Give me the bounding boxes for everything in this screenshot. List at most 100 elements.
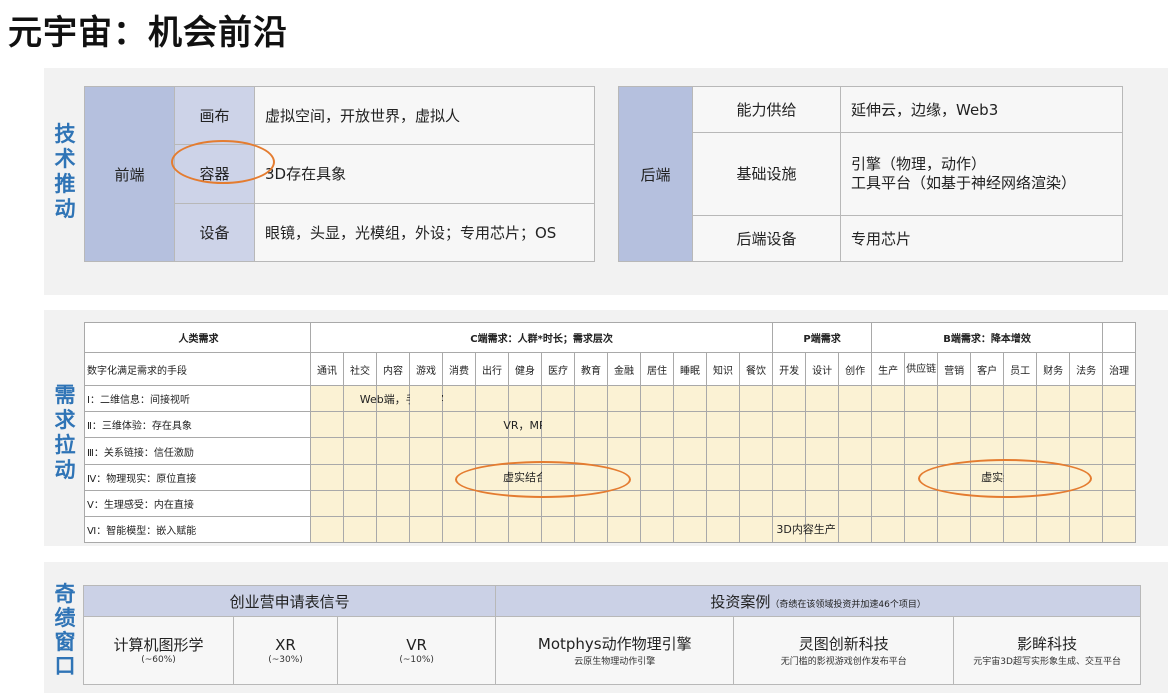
- demand-col-header: 健身: [508, 352, 542, 387]
- demand-col-header: 居住: [640, 352, 674, 387]
- front-label: 前端: [84, 86, 175, 262]
- highlight-ellipse: [455, 461, 631, 498]
- demand-cell: [673, 515, 707, 544]
- demand-cell: [838, 463, 873, 491]
- demand-col-header: 法务: [1069, 352, 1104, 387]
- demand-cell: [805, 437, 840, 465]
- demand-cell: [442, 489, 476, 517]
- demand-cell: [310, 385, 344, 413]
- back-value: 专用芯片: [840, 214, 1123, 263]
- demand-row-label: Ⅲ：关系链接：信任激励: [84, 437, 311, 465]
- side-label-window: 奇绩窗口: [54, 582, 76, 678]
- header-empty: [1102, 321, 1137, 354]
- demand-cell: [343, 463, 377, 491]
- demand-col-header: 知识: [706, 352, 740, 387]
- demand-cell: [838, 489, 873, 517]
- demand-cell: [640, 437, 674, 465]
- demand-cell: [508, 385, 542, 413]
- demand-cell: [970, 385, 1005, 413]
- demand-cell: [640, 385, 674, 413]
- demand-cell: [937, 515, 972, 544]
- case-name: 灵图创新科技: [798, 634, 889, 653]
- demand-cell: [310, 437, 344, 465]
- case-name: Motphys动作物理引擎: [537, 634, 692, 653]
- front-value: 眼镜，头显，光模组，外设；专用芯片；OS: [254, 202, 595, 263]
- demand-col-header: 通讯: [310, 352, 344, 387]
- back-key: 能力供给: [692, 85, 841, 134]
- demand-row-label: Ⅱ：三维体验：存在具象: [84, 411, 311, 439]
- demand-cell: [871, 411, 906, 439]
- demand-cell: [475, 515, 509, 544]
- demand-cell: [904, 437, 939, 465]
- demand-cell: [805, 385, 840, 413]
- highlight-ellipse: [171, 140, 275, 184]
- demand-cell: [1069, 437, 1104, 465]
- demand-col-header: 内容: [376, 352, 410, 387]
- demand-cell: [1069, 385, 1104, 413]
- cases-header: 投资案例（奇绩在该领域投资并加速46个项目）: [495, 585, 1141, 617]
- demand-cell: [838, 515, 873, 544]
- demand-cell: [738, 489, 774, 517]
- demand-cell: [409, 411, 443, 439]
- signal-cell: XR (~30%): [233, 616, 338, 685]
- front-key: 设备: [174, 202, 255, 263]
- signal-pct: (~30%): [268, 655, 303, 665]
- demand-col-header: 生产: [871, 352, 906, 387]
- demand-cell: [772, 385, 807, 413]
- demand-cell: [738, 463, 774, 491]
- demand-cell: [1003, 385, 1038, 413]
- demand-cell: [1069, 515, 1104, 544]
- demand-cell: [1003, 515, 1038, 544]
- demand-cell: [937, 411, 972, 439]
- demand-cell: [343, 515, 377, 544]
- highlight-ellipse: [918, 459, 1092, 498]
- demand-cell: [871, 463, 906, 491]
- demand-cell: [310, 489, 344, 517]
- demand-cell: [574, 515, 608, 544]
- demand-cell: [838, 385, 873, 413]
- demand-cell: [1102, 515, 1137, 544]
- demand-cell: [475, 385, 509, 413]
- demand-col-header: 教育: [574, 352, 608, 387]
- demand-col-header: 出行: [475, 352, 509, 387]
- demand-cell: [574, 411, 608, 439]
- demand-cell: [937, 385, 972, 413]
- demand-cell: [904, 411, 939, 439]
- back-value: 延伸云，边缘，Web3: [840, 85, 1123, 134]
- case-desc: 无门槛的影视游戏创作发布平台: [780, 656, 907, 667]
- demand-cell: [409, 385, 443, 413]
- demand-cell: [442, 437, 476, 465]
- demand-cell: [904, 385, 939, 413]
- tech-front-table: 前端 画布 虚拟空间，开放世界，虚拟人 容器 3D存在具象 设备 眼镜，头显，光…: [84, 85, 595, 263]
- demand-cell: [607, 411, 641, 439]
- demand-cell: [738, 411, 774, 439]
- demand-cell: [871, 515, 906, 544]
- signal-cell: 计算机图形学 (~60%): [83, 616, 234, 685]
- demand-cell: [376, 463, 410, 491]
- demand-cell: [706, 515, 740, 544]
- demand-cell: [970, 411, 1005, 439]
- demand-cell: [772, 411, 807, 439]
- case-name: 影眸科技: [1017, 634, 1078, 653]
- demand-cell: [706, 411, 740, 439]
- demand-cell: [640, 489, 674, 517]
- demand-col-header: 设计: [805, 352, 840, 387]
- front-value: 虚拟空间，开放世界，虚拟人: [254, 85, 595, 146]
- demand-col-header: 开发: [772, 352, 807, 387]
- demand-col-header: 员工: [1003, 352, 1038, 387]
- demand-col-header: 游戏: [409, 352, 443, 387]
- demand-cell: [838, 437, 873, 465]
- demand-cell: [442, 411, 476, 439]
- demand-col-header: 营销: [937, 352, 972, 387]
- demand-row-label: Ⅳ：物理现实：原位直接: [84, 463, 311, 491]
- demand-cell: [409, 489, 443, 517]
- demand-cell: [376, 515, 410, 544]
- window-table: 创业营申请表信号 投资案例（奇绩在该领域投资并加速46个项目） 计算机图形学 (~…: [82, 585, 1141, 685]
- side-label-demand: 需求拉动: [54, 383, 76, 482]
- demand-cell: [1003, 411, 1038, 439]
- demand-cell: [310, 463, 344, 491]
- demand-cell: [640, 463, 674, 491]
- back-value: 引擎（物理，动作） 工具平台（如基于神经网络渲染）: [840, 132, 1123, 216]
- demand-cell: [673, 437, 707, 465]
- demand-cell: [376, 437, 410, 465]
